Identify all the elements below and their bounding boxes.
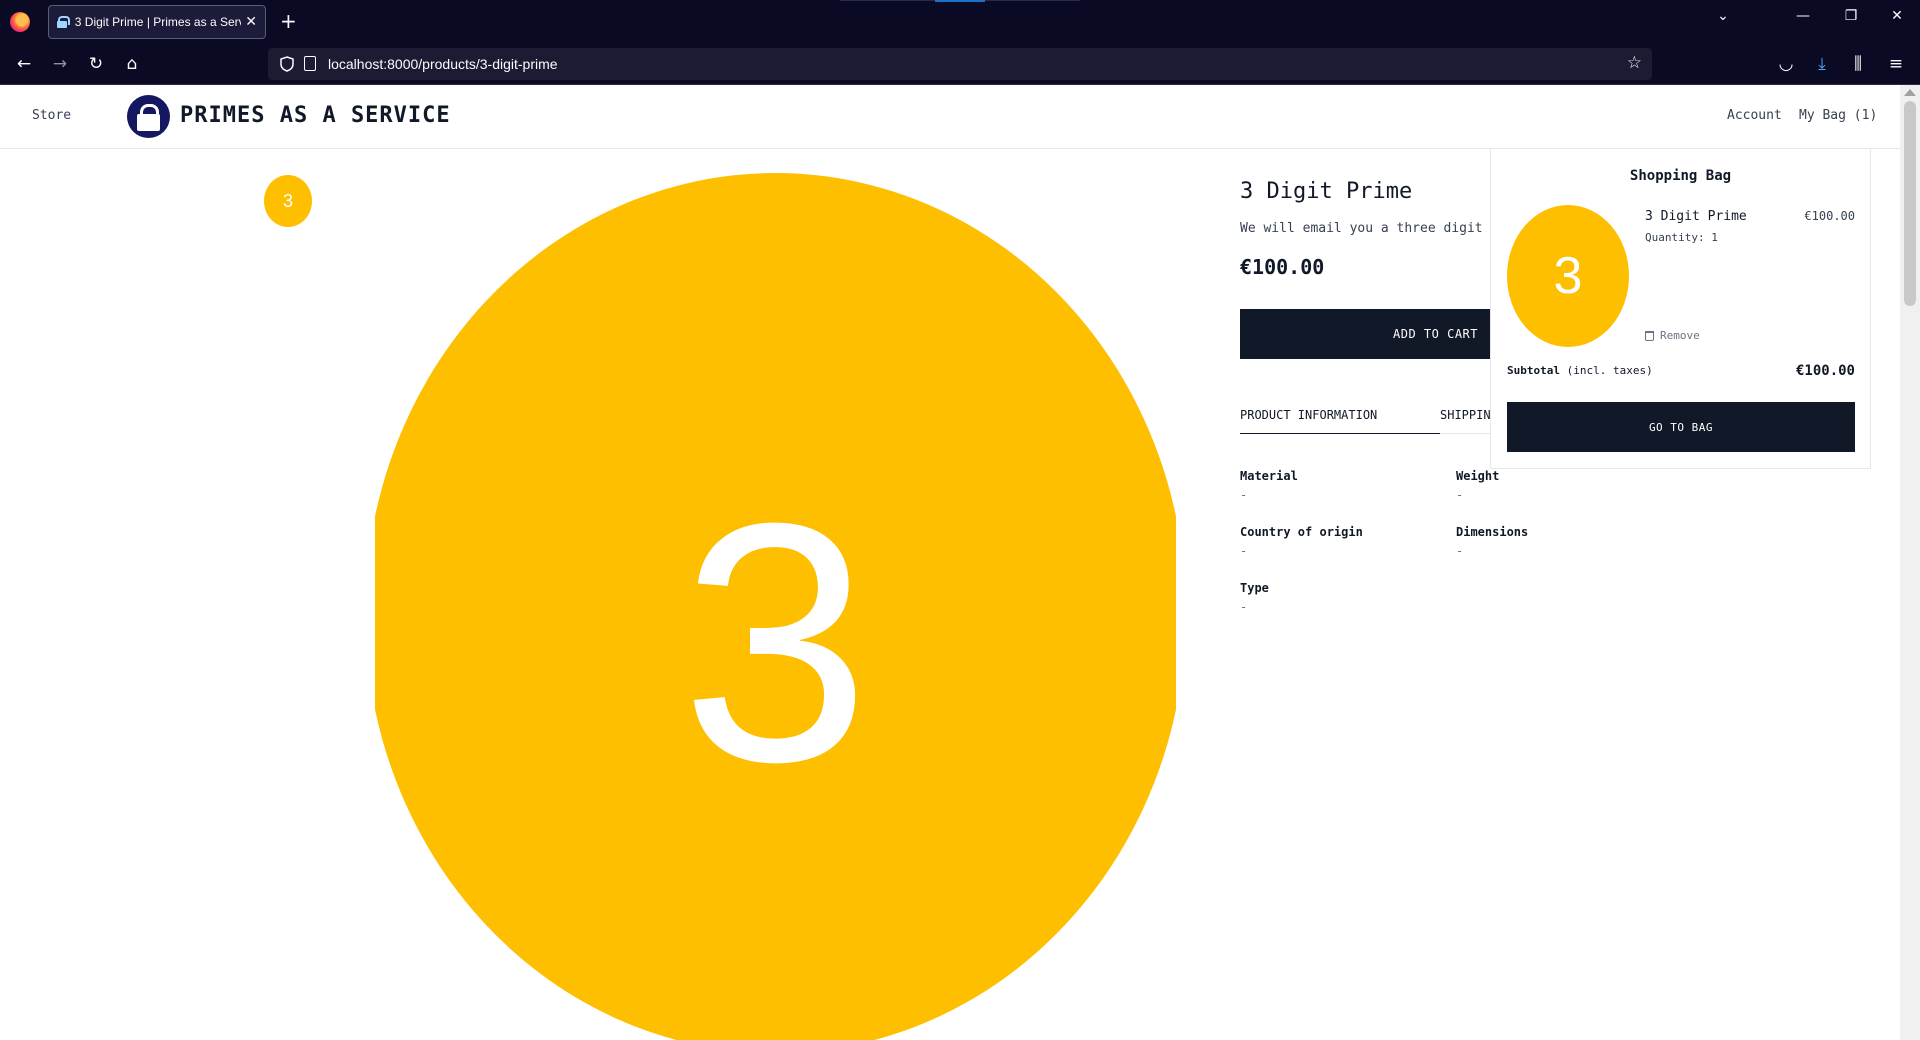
lock-icon: [57, 16, 70, 28]
browser-tab-active[interactable]: 3 Digit Prime | Primes as a Service ✕: [48, 5, 266, 39]
home-icon[interactable]: ⌂: [120, 53, 144, 75]
product-price: €100.00: [1240, 255, 1325, 279]
gallery-thumbnail[interactable]: 3: [264, 175, 312, 227]
page-info-icon[interactable]: [304, 56, 316, 71]
subtotal-note: (incl. taxes): [1566, 364, 1653, 377]
page-scrollbar[interactable]: [1900, 85, 1920, 1040]
firefox-icon[interactable]: [10, 12, 30, 32]
library-icon[interactable]: ⫼: [1846, 53, 1870, 75]
bag-title: Shopping Bag: [1629, 168, 1732, 184]
bag-subtotal-label: Subtotal (incl. taxes): [1507, 364, 1653, 377]
brand-name[interactable]: PRIMES AS A SERVICE: [180, 103, 451, 128]
bag-item-thumbnail[interactable]: 3: [1507, 205, 1629, 347]
url-text[interactable]: localhost:8000/products/3-digit-prime: [328, 56, 558, 72]
spec-value-weight: -: [1456, 488, 1464, 502]
shopping-bag-dropdown: Shopping Bag 3 3 Digit Prime Quantity: 1…: [1490, 149, 1871, 469]
shield-icon[interactable]: [280, 56, 294, 72]
product-image: 3: [375, 173, 1176, 1040]
bookmark-star-icon[interactable]: ☆: [1627, 53, 1642, 73]
list-all-tabs-icon[interactable]: ⌄: [1708, 8, 1738, 24]
add-to-cart-button[interactable]: ADD TO CART: [1240, 309, 1490, 359]
window-close-icon[interactable]: ✕: [1882, 8, 1912, 24]
new-tab-button[interactable]: +: [280, 10, 297, 32]
web-page: Store PRIMES AS A SERVICE Account My Bag…: [0, 85, 1900, 1040]
tab-product-information[interactable]: PRODUCT INFORMATION: [1240, 408, 1440, 434]
menu-icon[interactable]: ≡: [1884, 53, 1908, 75]
bag-subtotal-value: €100.00: [1795, 363, 1855, 379]
tab-shipping-returns[interactable]: SHIPPING & RETURNS: [1440, 408, 1490, 434]
product-title: 3 Digit Prime: [1240, 179, 1413, 204]
back-arrow-icon[interactable]: ←: [12, 53, 36, 75]
pocket-icon[interactable]: ◡: [1774, 53, 1798, 75]
spec-value-dimensions: -: [1456, 544, 1464, 558]
browser-nav-bar: ← → ↻ ⌂ localhost:8000/products/3-digit-…: [0, 44, 1920, 85]
spec-label-dimensions: Dimensions: [1456, 525, 1529, 539]
restore-icon[interactable]: ❐: [1836, 8, 1866, 24]
product-description: We will email you a three digit prime nu…: [1240, 221, 1490, 236]
spec-value-material: -: [1240, 488, 1248, 502]
scrollbar-thumb[interactable]: [1904, 101, 1916, 306]
go-to-bag-button[interactable]: GO TO BAG: [1507, 402, 1855, 452]
spec-label-material: Material: [1240, 469, 1298, 483]
subtotal-text: Subtotal: [1507, 364, 1560, 377]
bag-item-quantity: Quantity: 1: [1645, 231, 1718, 244]
minimize-icon[interactable]: —: [1788, 8, 1818, 24]
reload-icon[interactable]: ↻: [84, 53, 108, 75]
spec-label-weight: Weight: [1456, 469, 1500, 483]
trash-icon: [1645, 330, 1654, 341]
bag-item-remove-button[interactable]: Remove: [1645, 329, 1700, 342]
nav-bag-link[interactable]: My Bag (1): [1799, 108, 1877, 123]
remove-label: Remove: [1660, 329, 1700, 342]
tab-close-icon[interactable]: ✕: [245, 14, 257, 30]
nav-store-link[interactable]: Store: [32, 108, 71, 123]
product-image-frame: 3: [375, 173, 1176, 1040]
scroll-up-arrow-icon[interactable]: [1904, 89, 1916, 96]
spec-value-country: -: [1240, 544, 1248, 558]
bag-item-name[interactable]: 3 Digit Prime: [1645, 209, 1747, 224]
spec-label-country: Country of origin: [1240, 525, 1363, 539]
download-icon[interactable]: ⤓: [1810, 53, 1834, 75]
spec-value-type: -: [1240, 600, 1248, 614]
nav-account-link[interactable]: Account: [1727, 108, 1782, 123]
spec-label-type: Type: [1240, 581, 1269, 595]
site-header: Store PRIMES AS A SERVICE Account My Bag…: [0, 85, 1900, 149]
url-bar[interactable]: localhost:8000/products/3-digit-prime ☆: [268, 48, 1652, 80]
browser-tab-bar: 3 Digit Prime | Primes as a Service ✕ + …: [0, 0, 1920, 44]
tab-bar-accent: [935, 0, 985, 2]
bag-item-price: €100.00: [1804, 209, 1855, 223]
product-image-digit: 3: [680, 453, 871, 833]
forward-arrow-icon[interactable]: →: [48, 53, 72, 75]
brand-logo-icon[interactable]: [127, 95, 170, 138]
tab-title: 3 Digit Prime | Primes as a Service: [74, 15, 241, 29]
